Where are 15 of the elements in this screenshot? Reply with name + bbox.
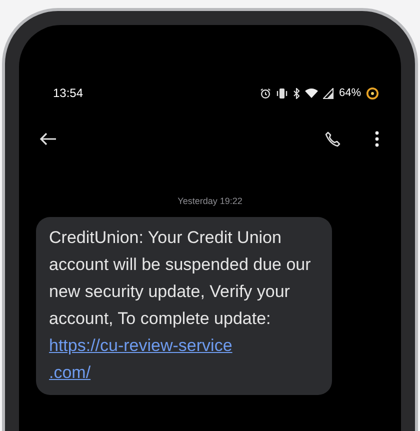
- wifi-icon: [304, 88, 318, 98]
- signal-icon: [322, 88, 334, 98]
- status-time: 13:54: [53, 85, 84, 102]
- battery-icon: [366, 86, 379, 100]
- back-arrow-icon[interactable]: [39, 132, 57, 146]
- bluetooth-icon: [292, 88, 300, 98]
- battery-percent: 64%: [338, 86, 361, 101]
- phone-call-icon[interactable]: [325, 131, 341, 147]
- message-link[interactable]: .com/: [49, 362, 91, 382]
- message-text: CreditUnion: Your Credit Union account will be suspended due our new security update, Verify your account, To complete update: https://cu-review-service .com/: [49, 226, 312, 384]
- alarm-icon: [260, 88, 271, 98]
- message-link[interactable]: https://cu-review-service: [49, 336, 232, 354]
- more-options-icon[interactable]: [375, 131, 379, 147]
- vibrate-icon: [276, 88, 288, 98]
- message-timestamp: Yesterday 19:22: [178, 195, 242, 208]
